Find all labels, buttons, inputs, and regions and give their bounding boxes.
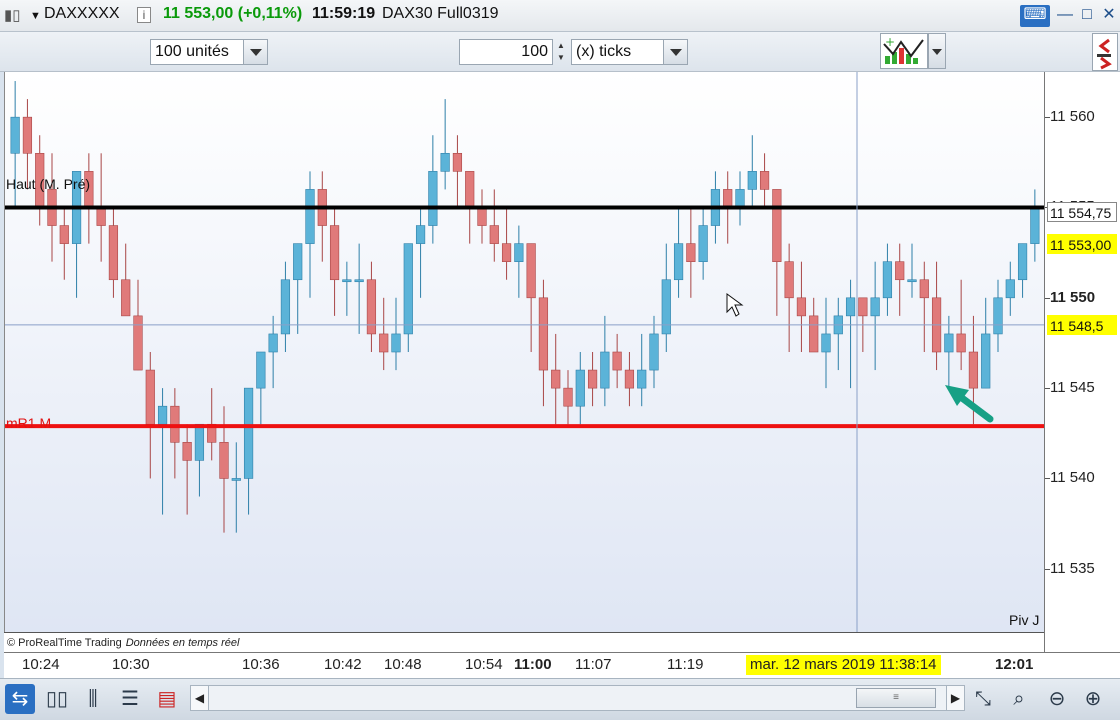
settings-list-icon[interactable]: ☰ [115, 684, 145, 714]
ticks-spinner[interactable]: ▲ ▼ [553, 40, 569, 66]
chevron-down-icon[interactable]: ▼ [30, 10, 41, 22]
zoom-in-icon[interactable]: ⊕ [1078, 684, 1108, 714]
scroll-left-button[interactable]: ◀ [191, 686, 209, 710]
symbol-name[interactable]: DAXXXXX [44, 5, 120, 23]
horizontal-scrollbar[interactable]: ◀ ≡ ▶ [190, 685, 965, 711]
scroll-right-button[interactable]: ▶ [946, 686, 964, 710]
data-source-note: © ProRealTime Trading Données en temps ré… [4, 632, 1044, 652]
pivot-label: Piv J [1009, 612, 1039, 628]
candles-icon[interactable]: ▮▯ [4, 6, 21, 24]
price-badge: 11 554,75 [1047, 202, 1117, 222]
instrument-name: DAX30 Full0319 [382, 5, 499, 22]
ticks-value-input[interactable]: 100 [459, 39, 553, 65]
chevron-down-icon[interactable] [243, 40, 267, 64]
zoom-out-icon[interactable]: ⊖ [1042, 684, 1072, 714]
share-icon[interactable]: ⇆ [5, 684, 35, 714]
price-change: 11 553,00 (+0,11%) [163, 5, 303, 22]
app-window: ▮▯ ▼ DAXXXXX i 11 553,00 (+0,11%) 11:59:… [0, 0, 1120, 720]
ticks-select[interactable]: (x) ticks [571, 39, 688, 65]
spin-up-icon[interactable]: ▲ [553, 40, 569, 52]
price-tick-label: 11 545 [1050, 379, 1095, 397]
info-icon[interactable]: i [137, 7, 151, 23]
resistance-label: Haut (M. Pré) [6, 176, 90, 192]
units-select[interactable]: 100 unités [150, 39, 268, 65]
indicators-button[interactable]: + [880, 33, 928, 69]
cursor-time-badge: mar. 12 mars 2019 11:38:14 [746, 655, 941, 675]
time-tick-label: 12:01 [995, 656, 1034, 673]
drawing-tools-icon[interactable]: ▤ [152, 684, 182, 714]
keyboard-icon[interactable]: ⌨ [1020, 5, 1050, 27]
ticks-select-value: (x) ticks [576, 43, 632, 60]
brand-text: © ProRealTime Trading [7, 637, 122, 649]
chevron-down-icon[interactable] [663, 40, 687, 64]
time-tick-label: 11:19 [667, 656, 704, 673]
time-tick-label: 10:24 [22, 656, 60, 673]
price-tick-label: 11 560 [1050, 108, 1095, 126]
realtime-text: Données en temps réel [125, 637, 240, 649]
chart-background [5, 72, 1044, 632]
close-button[interactable]: ✕ [1094, 5, 1120, 27]
price-tick-label: 11 540 [1050, 469, 1095, 487]
side-arrows-icon [1097, 38, 1112, 70]
support-label: mR1 M [6, 415, 51, 431]
indicators-icon: + [883, 35, 924, 64]
svg-text:+: + [885, 35, 895, 49]
time-tick-label: 11:00 [514, 656, 552, 673]
scroll-thumb[interactable]: ≡ [856, 688, 936, 708]
price-badge: 11 553,00 [1047, 233, 1117, 254]
side-panel-button[interactable] [1092, 33, 1118, 71]
time-axis[interactable] [4, 652, 1120, 678]
price-tick-label: 11 535 [1050, 559, 1095, 577]
zoom-fit-icon[interactable]: ⌕ [1004, 684, 1034, 714]
time-tick-label: 10:36 [242, 656, 280, 673]
price-badge: 11 548,5 [1047, 314, 1117, 335]
time-tick-label: 10:54 [465, 656, 503, 673]
price-chart[interactable]: Haut (M. Pré) mR1 M Piv J [4, 72, 1044, 632]
time-tick-label: 10:48 [384, 656, 422, 673]
clock: 11:59:19 [312, 5, 376, 22]
indicators-list-icon[interactable]: ⫼ [78, 684, 108, 714]
chevron-down-icon[interactable] [928, 33, 946, 69]
time-tick-label: 10:42 [324, 656, 362, 673]
price-tick-label: 11 550 [1050, 288, 1096, 306]
time-tick-label: 10:30 [112, 656, 150, 673]
layout-icon[interactable]: ▯▯ [42, 684, 72, 714]
time-tick-label: 11:07 [575, 656, 612, 673]
autoscale-icon[interactable]: ⤡ [968, 684, 998, 714]
title-bar: ▮▯ ▼ DAXXXXX i 11 553,00 (+0,11%) 11:59:… [0, 0, 1120, 32]
spin-down-icon[interactable]: ▼ [553, 52, 569, 64]
units-select-value: 100 unités [155, 43, 229, 60]
